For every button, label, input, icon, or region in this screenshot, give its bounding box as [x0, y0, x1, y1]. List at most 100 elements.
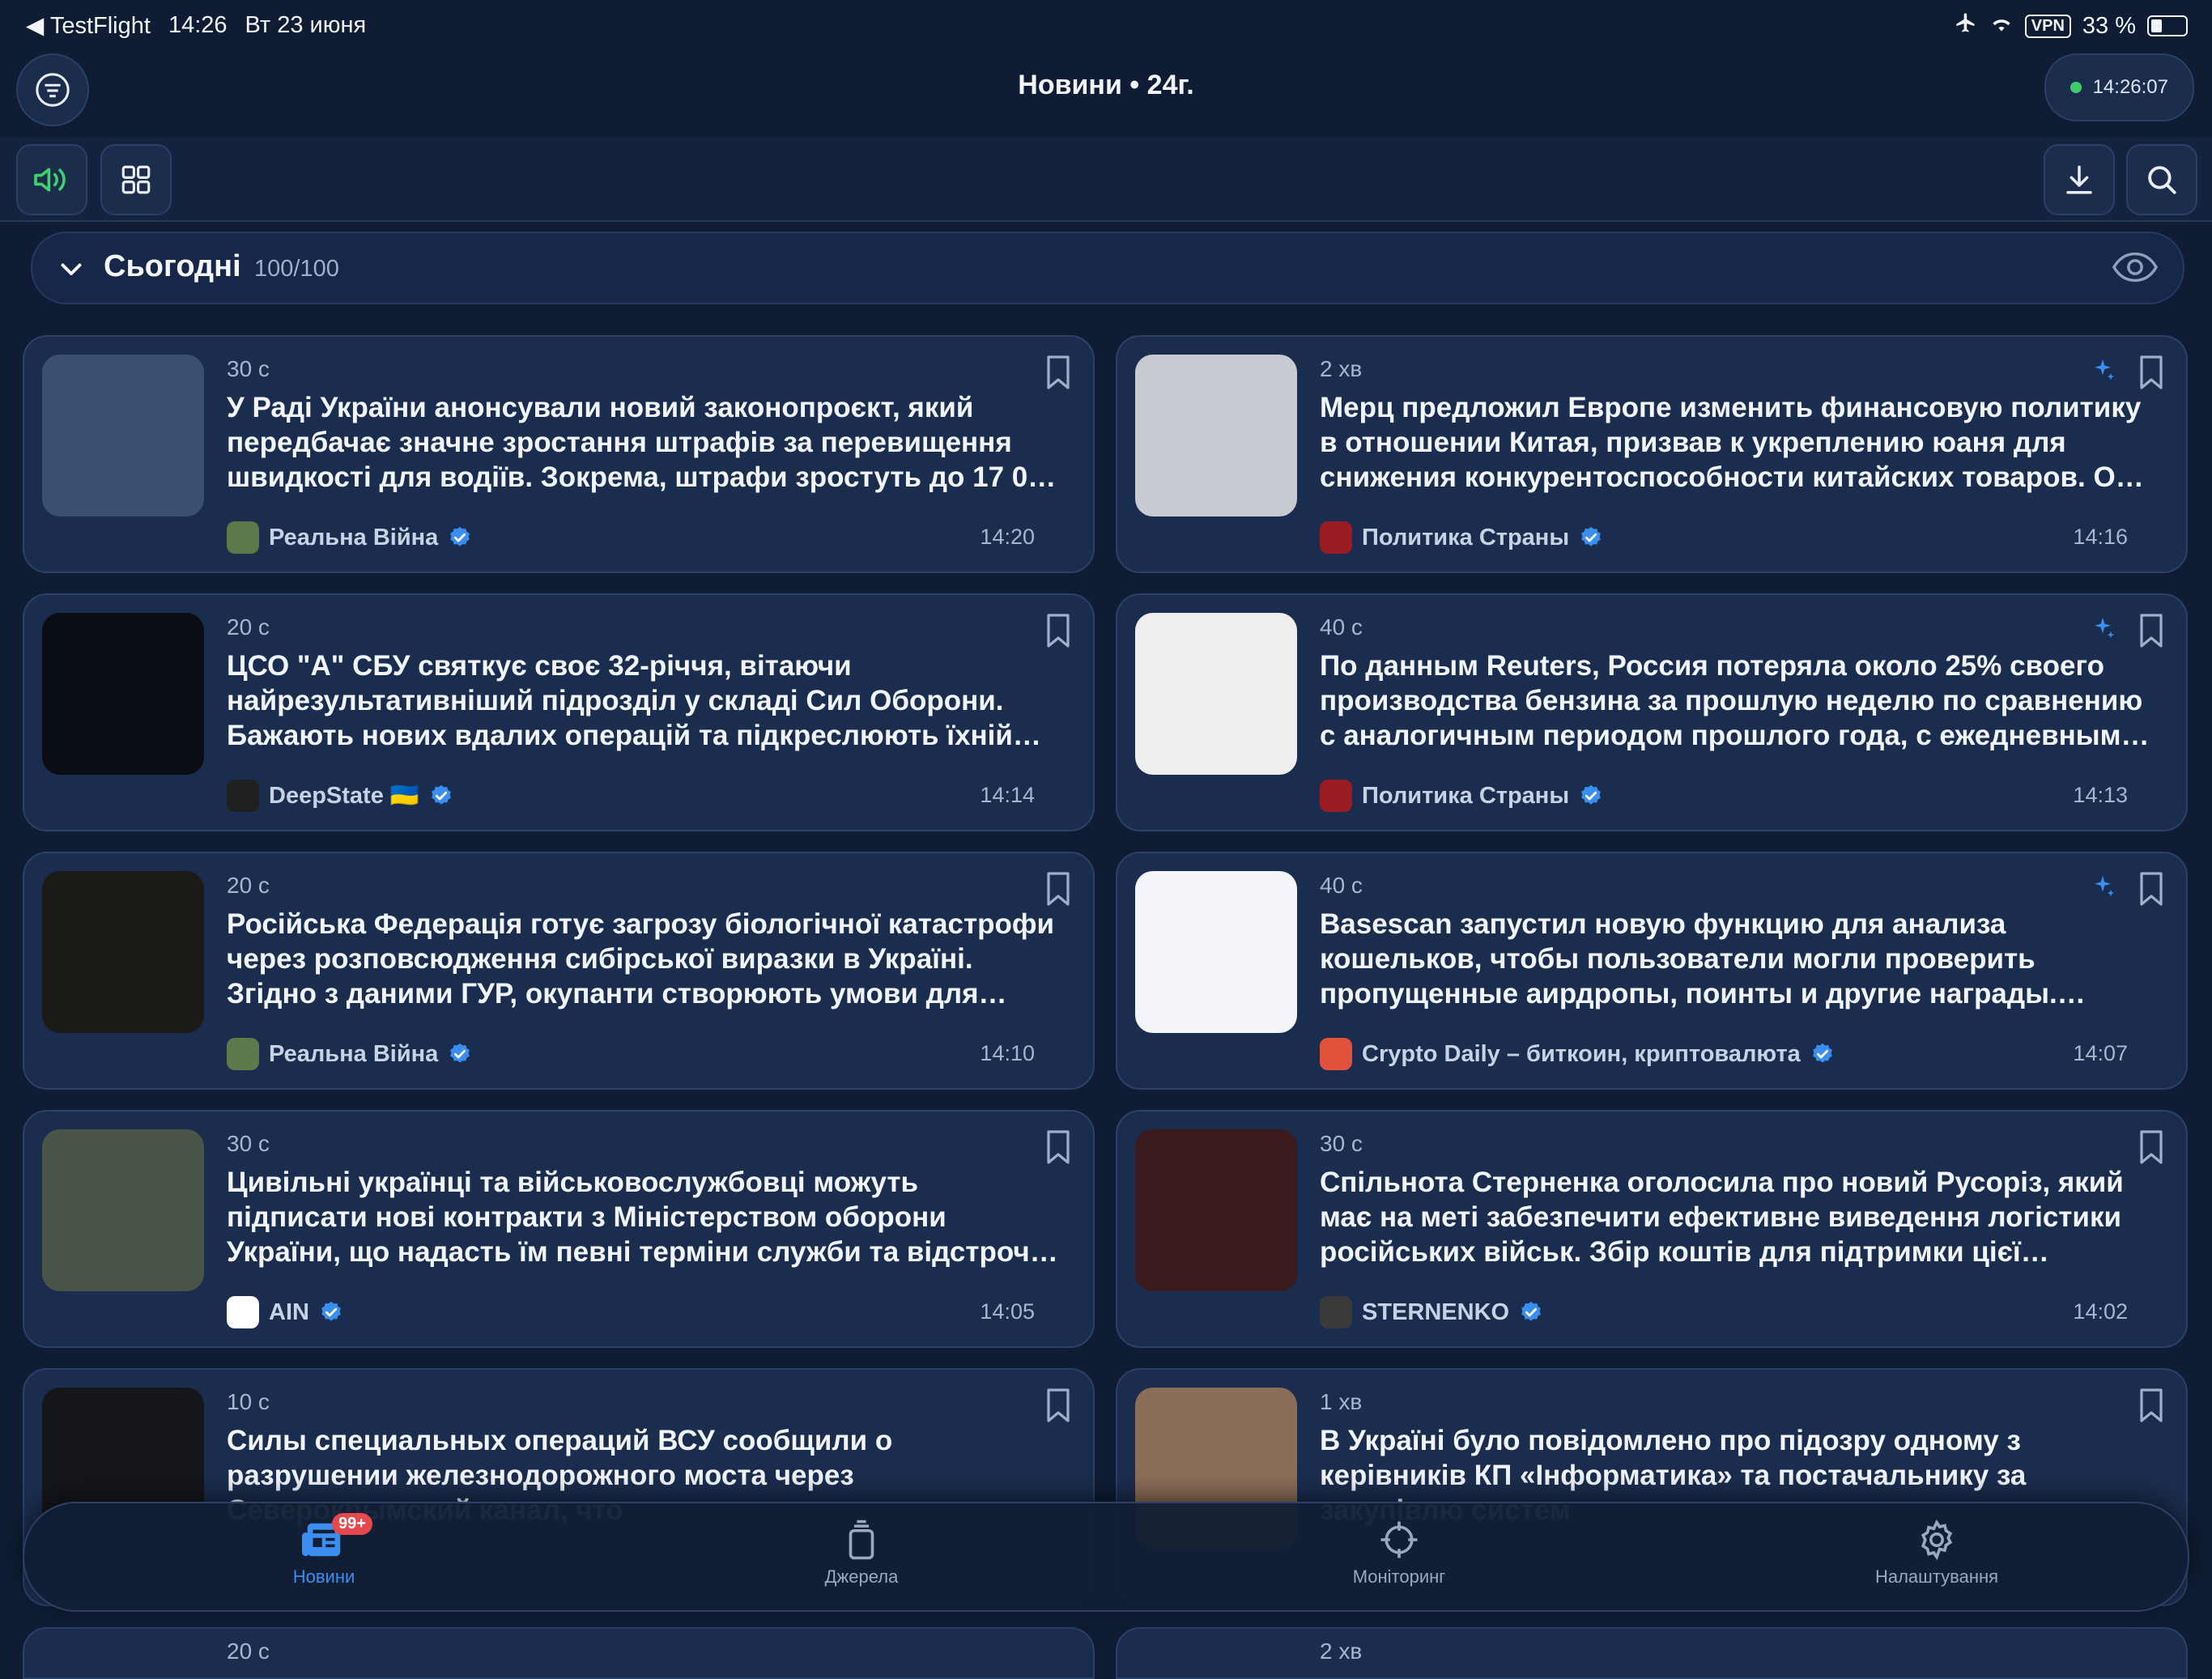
source-avatar [1320, 521, 1352, 554]
news-card-age: 2 хв [1320, 1639, 1363, 1664]
tab-label: Новини [292, 1566, 355, 1587]
header: Новини • 24г. 14:26:07 [0, 50, 2212, 139]
download-button[interactable] [2044, 144, 2115, 215]
source-avatar [227, 521, 259, 554]
news-card[interactable]: 20 с ЦСО "А" СБУ святкує своє 32-річчя, в… [23, 593, 1095, 831]
news-card-age: 30 с [1320, 1131, 1363, 1156]
news-card[interactable]: 20 с Російська Федерація готує загрозу бі… [23, 852, 1095, 1090]
news-thumbnail [42, 355, 204, 516]
news-source[interactable]: Реальна Війна [227, 521, 472, 554]
tab-monitoring[interactable]: Моніторинг [1294, 1518, 1504, 1588]
clock-time: 14:26:07 [2092, 76, 2168, 98]
news-source[interactable]: AIN [227, 1296, 343, 1328]
news-card-age: 30 с [227, 1131, 270, 1156]
bookmark-icon[interactable] [1044, 1129, 1072, 1169]
tab-settings[interactable]: Налаштування [1831, 1518, 2042, 1588]
news-card-age: 1 хв [1320, 1389, 1363, 1414]
news-source[interactable]: Реальна Війна [227, 1038, 472, 1070]
news-card[interactable]: 30 с У Раді України анонсували новий зако… [23, 335, 1095, 573]
news-card-time: 14:10 [980, 1041, 1035, 1065]
news-thumbnail [1135, 1129, 1297, 1291]
news-thumbnail [42, 613, 204, 775]
news-thumbnail [1135, 871, 1297, 1033]
news-card[interactable]: 40 с По данным Reuters, Россия потеряла о… [1116, 593, 2188, 831]
bookmark-icon[interactable] [2138, 1388, 2165, 1427]
tab-label: Джерела [824, 1566, 899, 1587]
bookmark-icon[interactable] [1044, 355, 1072, 394]
verified-icon [319, 1300, 343, 1324]
status-time: 14:26 [168, 12, 228, 38]
source-name: Реальна Війна [269, 1040, 439, 1067]
airplane-icon [1954, 11, 1978, 40]
verified-icon [448, 525, 472, 550]
ai-sparkle-icon[interactable] [2089, 356, 2116, 389]
bookmark-icon[interactable] [1044, 871, 1072, 911]
page-title: Новини • 24г. [1018, 70, 1194, 100]
news-thumbnail [1135, 613, 1297, 775]
tab-label: Налаштування [1874, 1566, 1999, 1587]
bookmark-icon[interactable] [2138, 355, 2165, 394]
source-avatar [227, 1038, 259, 1070]
bookmark-icon[interactable] [2138, 1129, 2165, 1169]
news-text: У Раді України анонсували новий законопр… [227, 392, 1060, 493]
battery-percent: 33 % [2082, 12, 2136, 39]
news-source[interactable]: DeepState 🇺🇦 [227, 780, 453, 812]
verified-icon [448, 1042, 472, 1066]
chevron-down-icon[interactable] [57, 254, 86, 283]
source-avatar [1320, 1038, 1352, 1070]
stack-icon [849, 1520, 874, 1560]
news-card-age: 20 с [227, 873, 270, 898]
section-header-today[interactable]: Сьогодні 100/100 [31, 232, 2184, 304]
source-avatar [227, 1296, 259, 1328]
news-source[interactable]: Политика Страны [1320, 521, 1603, 554]
news-card-age: 2 хв [1320, 356, 1363, 381]
news-text: Спільнота Стерненка оголосила про новий … [1320, 1167, 2124, 1268]
search-button[interactable] [2126, 144, 2197, 215]
news-card-peek[interactable]: 20 с [23, 1627, 1095, 1679]
bookmark-icon[interactable] [1044, 613, 1072, 652]
news-card[interactable]: 2 хв Мерц предложил Европе изменить финан… [1116, 335, 2188, 573]
ai-sparkle-icon[interactable] [2089, 873, 2116, 906]
verified-icon [429, 784, 453, 808]
news-card-peek[interactable]: 2 хв [1116, 1627, 2188, 1679]
news-card-age: 20 с [227, 614, 270, 640]
ai-sparkle-icon[interactable] [2089, 614, 2116, 648]
news-source[interactable]: Политика Страны [1320, 780, 1603, 812]
news-card-time: 14:20 [980, 525, 1035, 549]
bookmark-icon[interactable] [2138, 613, 2165, 652]
news-card[interactable]: 40 с Basescan запустил новую функцию для … [1116, 852, 2188, 1090]
news-card[interactable]: 30 с Спільнота Стерненка оголосила про но… [1116, 1110, 2188, 1348]
news-card-time: 14:07 [2073, 1041, 2128, 1065]
news-source[interactable]: Crypto Daily – биткоин, криптовалюта [1320, 1038, 1835, 1070]
source-name: Crypto Daily – биткоин, криптовалюта [1362, 1040, 1801, 1067]
download-icon [2066, 165, 2092, 194]
news-source[interactable]: STERNENKO [1320, 1296, 1543, 1328]
news-card-time: 14:13 [2073, 783, 2128, 807]
news-text: По данным Reuters, Россия потеряла около… [1320, 650, 2143, 751]
tab-sources[interactable]: Джерела [756, 1518, 967, 1588]
eye-icon[interactable] [2112, 251, 2159, 283]
news-card[interactable]: 30 с Цивільні українці та військовослужбо… [23, 1110, 1095, 1348]
news-card-age: 30 с [227, 356, 270, 381]
bookmark-icon[interactable] [2138, 871, 2165, 911]
source-avatar [1320, 1296, 1352, 1328]
verified-icon [1519, 1300, 1543, 1324]
source-name: Реальна Війна [269, 524, 439, 550]
section-count: 100/100 [254, 256, 339, 282]
news-text: Цивільні українці та військовослужбовці … [227, 1167, 1060, 1268]
speaker-icon [34, 168, 66, 192]
news-text: Російська Федерація готує загрозу біолог… [227, 908, 1054, 1010]
tab-label: Моніторинг [1352, 1566, 1446, 1587]
tab-news[interactable]: 99+ Новини [219, 1513, 429, 1588]
verified-icon [1579, 784, 1603, 808]
source-name: Политика Страны [1362, 782, 1570, 809]
news-card-time: 14:14 [980, 783, 1035, 807]
source-avatar [1320, 780, 1352, 812]
sound-toggle-button[interactable] [16, 144, 87, 215]
layout-grid-button[interactable] [100, 144, 172, 215]
back-to-app-link[interactable]: ◀ TestFlight [26, 11, 151, 40]
bookmark-icon[interactable] [1044, 1388, 1072, 1427]
live-clock: 14:26:07 [2044, 53, 2194, 121]
verified-icon [1579, 525, 1603, 550]
source-name: DeepState 🇺🇦 [269, 783, 419, 809]
